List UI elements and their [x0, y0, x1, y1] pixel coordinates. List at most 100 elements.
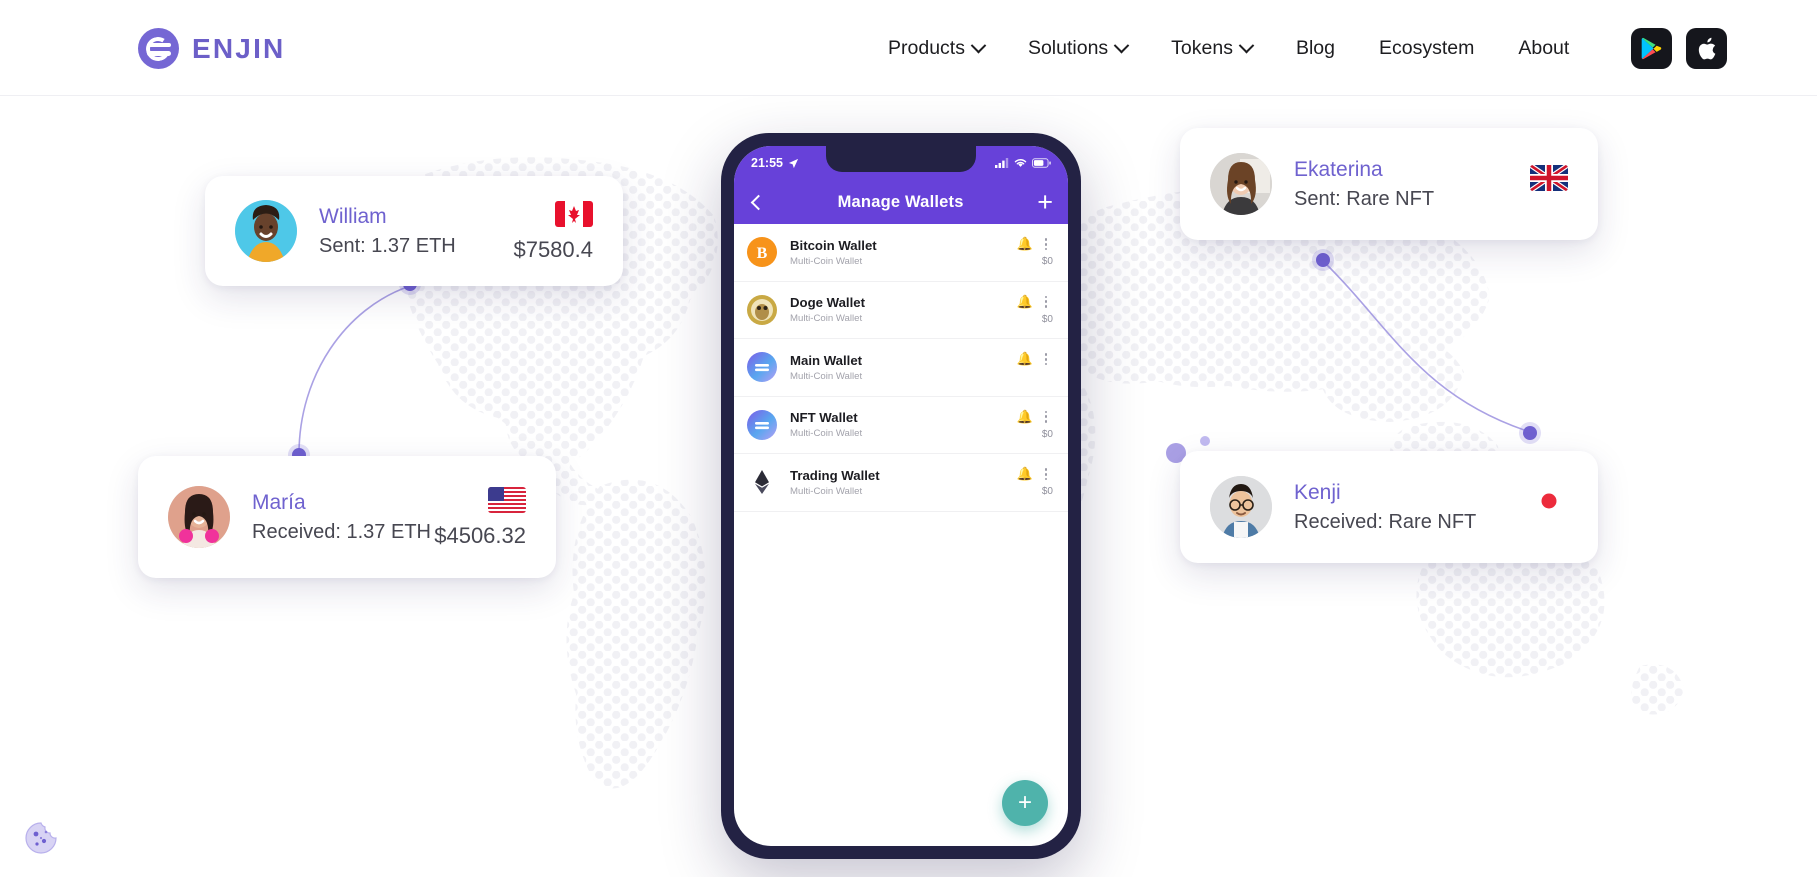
person-action: Received: 1.37 ETH — [252, 521, 431, 543]
wallet-balance — [1053, 371, 1055, 383]
wifi-icon — [1014, 159, 1027, 167]
apple-icon — [1698, 37, 1715, 59]
canada-flag — [555, 201, 593, 227]
nav-item-label: Blog — [1295, 36, 1335, 59]
phone-app-bar: Manage Wallets + — [734, 180, 1068, 224]
phone-screen: 21:55 Manage Wallets + B Bitcoin Wallet … — [734, 146, 1068, 846]
wallet-balance: $0 — [1041, 313, 1053, 325]
cookie-consent-button[interactable] — [24, 821, 58, 855]
person-card-ekaterina[interactable]: Ekaterina Sent: Rare NFT — [1180, 128, 1598, 240]
nav-item-ecosystem[interactable]: Ecosystem — [1357, 0, 1496, 96]
google-play-badge[interactable] — [1631, 28, 1672, 69]
wallet-subtitle: Multi-Coin Wallet — [790, 485, 863, 497]
notification-bell-icon[interactable]: 🔔 — [1017, 351, 1033, 367]
person-card-maria[interactable]: María Received: 1.37 ETH $4506.32 — [138, 456, 556, 578]
wallet-title: Doge Wallet — [790, 295, 865, 311]
japan-flag — [1530, 488, 1568, 514]
notification-bell-icon[interactable]: 🔔 — [1017, 409, 1033, 425]
wallet-subtitle: Multi-Coin Wallet — [790, 313, 863, 325]
person-name: Ekaterina — [1294, 158, 1383, 181]
avatar-ekaterina — [1210, 153, 1272, 215]
phone-notch — [826, 146, 976, 172]
uk-flag — [1530, 165, 1568, 191]
svg-text:B: B — [757, 245, 768, 262]
add-wallet-button[interactable]: + — [1037, 188, 1053, 216]
bitcoin-coin-icon: B — [747, 237, 777, 268]
wallet-row-trading[interactable]: Trading Wallet Multi-Coin Wallet 🔔 $0 — [734, 454, 1068, 512]
avatar-kenji-image — [1210, 476, 1272, 538]
wallet-overflow-menu-icon[interactable] — [1044, 238, 1048, 251]
wallet-balance: $0 — [1041, 256, 1053, 268]
avatar-william-image — [235, 200, 297, 262]
app-store-badges — [1631, 28, 1727, 69]
phone-mockup: 21:55 Manage Wallets + B Bitcoin Wallet … — [721, 133, 1081, 859]
nav-item-label: About — [1518, 36, 1570, 59]
chevron-down-icon — [1238, 37, 1255, 53]
wallet-row-main[interactable]: Main Wallet Multi-Coin Wallet 🔔 — [734, 339, 1068, 397]
nav-item-about[interactable]: About — [1496, 0, 1591, 96]
nav-item-label: Ecosystem — [1379, 36, 1475, 59]
nav-item-label: Products — [888, 36, 965, 59]
japan-flag-icon — [1530, 488, 1568, 514]
person-amount: $4506.32 — [434, 523, 526, 548]
nav-item-tokens[interactable]: Tokens — [1149, 0, 1274, 96]
ethereum-coin-icon — [747, 467, 777, 497]
location-arrow-icon — [788, 158, 799, 168]
person-action: Received: Rare NFT — [1294, 511, 1477, 533]
avatar-kenji — [1210, 476, 1272, 538]
battery-icon — [1032, 158, 1051, 168]
app-store-badge[interactable] — [1686, 28, 1727, 69]
dogecoin-coin-icon — [747, 294, 777, 325]
wallet-row-nft[interactable]: NFT Wallet Multi-Coin Wallet 🔔 $0 — [734, 396, 1068, 454]
add-wallet-fab[interactable]: + — [1002, 780, 1048, 826]
avatar-maria — [168, 486, 230, 548]
app-bar-title: Manage Wallets — [837, 192, 964, 211]
usa-flag-icon — [488, 487, 526, 513]
wallet-title: Main Wallet — [790, 352, 863, 368]
nav-item-products[interactable]: Products — [866, 0, 1006, 96]
site-header: ENJIN Products Solutions Tokens Blog Eco… — [0, 0, 1817, 96]
usa-flag — [488, 487, 526, 513]
cookie-icon — [25, 822, 57, 854]
enjin-logo[interactable]: ENJIN — [138, 28, 285, 69]
avatar-william — [235, 200, 297, 262]
avatar-ekaterina-image — [1210, 153, 1272, 215]
wallet-subtitle: Multi-Coin Wallet — [790, 428, 863, 440]
wallet-overflow-menu-icon[interactable] — [1044, 410, 1048, 423]
notification-bell-icon[interactable]: 🔔 — [1017, 294, 1033, 310]
wallet-list: B Bitcoin Wallet Multi-Coin Wallet 🔔 $0 — [734, 224, 1068, 512]
notification-bell-icon[interactable]: 🔔 — [1017, 236, 1033, 252]
canada-flag-icon — [555, 201, 593, 227]
enjin-logo-mark-icon — [138, 28, 179, 69]
nav-item-blog[interactable]: Blog — [1274, 0, 1357, 96]
wallet-title: Trading Wallet — [790, 467, 880, 483]
wallet-row-bitcoin[interactable]: B Bitcoin Wallet Multi-Coin Wallet 🔔 $0 — [734, 224, 1068, 282]
avatar-maria-image — [168, 486, 230, 548]
enjin-logo-text: ENJIN — [192, 32, 286, 64]
wallet-title: Bitcoin Wallet — [790, 237, 877, 253]
notification-bell-icon[interactable]: 🔔 — [1017, 466, 1033, 482]
chevron-down-icon — [1113, 37, 1130, 53]
google-play-icon — [1641, 37, 1662, 60]
person-name: María — [252, 491, 306, 514]
wallet-balance: $0 — [1041, 428, 1053, 440]
person-card-kenji[interactable]: Kenji Received: Rare NFT — [1180, 451, 1598, 563]
nav-item-label: Tokens — [1171, 36, 1233, 59]
enjin-coin-icon — [747, 409, 777, 440]
chevron-down-icon — [970, 37, 987, 53]
wallet-overflow-menu-icon[interactable] — [1044, 295, 1048, 308]
wallet-subtitle: Multi-Coin Wallet — [790, 370, 863, 382]
person-action: Sent: Rare NFT — [1294, 188, 1435, 210]
person-card-william[interactable]: William Sent: 1.37 ETH $7580.4 — [205, 176, 623, 286]
wallet-overflow-menu-icon[interactable] — [1044, 353, 1048, 366]
person-name: William — [319, 205, 387, 228]
wallet-balance: $0 — [1041, 486, 1053, 498]
wallet-overflow-menu-icon[interactable] — [1044, 468, 1048, 481]
person-amount: $7580.4 — [513, 237, 593, 262]
nav-item-solutions[interactable]: Solutions — [1006, 0, 1149, 96]
wallet-row-doge[interactable]: Doge Wallet Multi-Coin Wallet 🔔 $0 — [734, 281, 1068, 339]
status-time: 21:55 — [751, 156, 783, 170]
enjin-coin-icon — [747, 352, 777, 383]
main-navigation: Products Solutions Tokens Blog Ecosystem… — [866, 0, 1591, 96]
uk-flag-icon — [1530, 165, 1568, 191]
